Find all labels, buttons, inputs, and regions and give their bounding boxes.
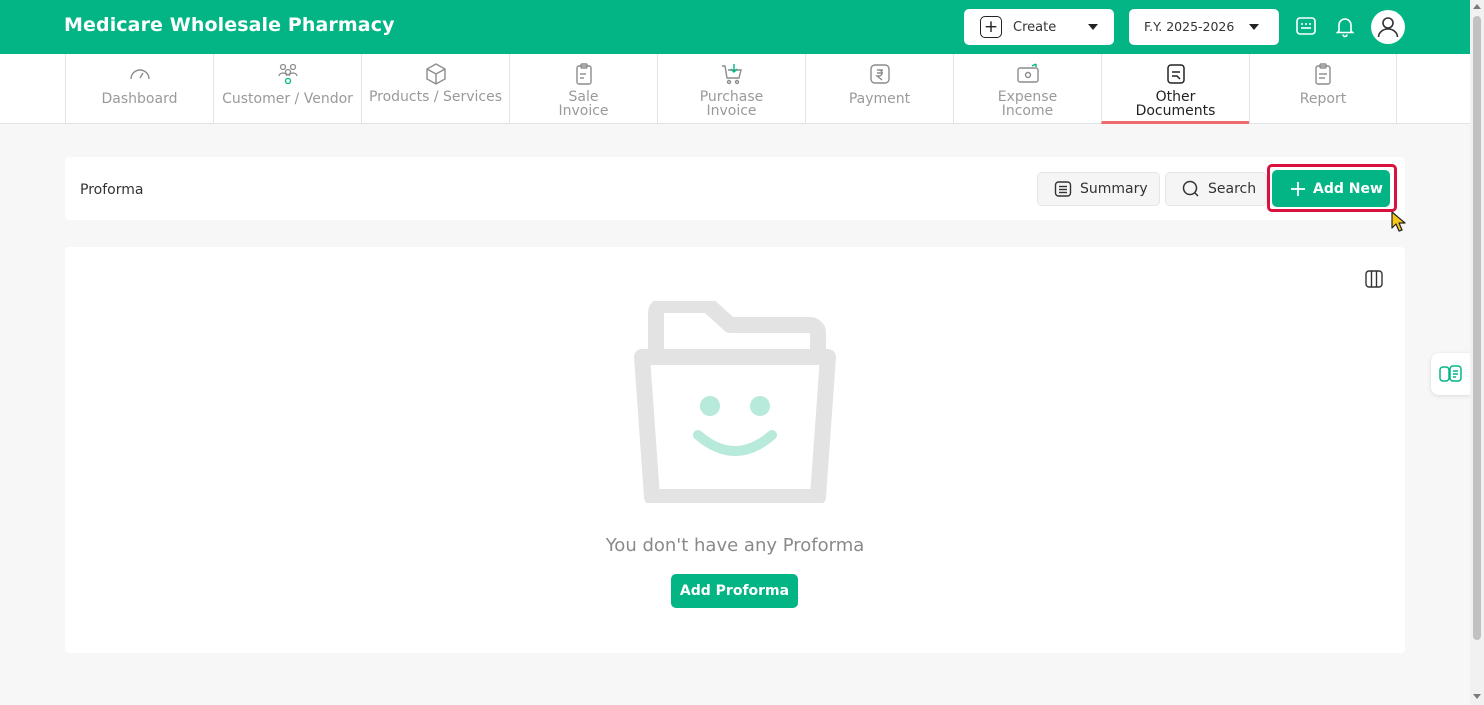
nav-customer-vendor[interactable]: Customer / Vendor bbox=[213, 54, 361, 124]
top-bar: Medicare Wholesale Pharmacy + Create F.Y… bbox=[0, 0, 1470, 54]
empty-state-message: You don't have any Proforma bbox=[605, 535, 865, 556]
user-icon bbox=[1377, 17, 1399, 38]
search-icon bbox=[1182, 180, 1199, 197]
add-new-label: Add New bbox=[1313, 180, 1383, 197]
plus-icon bbox=[1291, 181, 1305, 196]
nav-other-documents[interactable]: Other Documents bbox=[1101, 54, 1249, 124]
nav-expense-income[interactable]: Expense Income bbox=[953, 54, 1101, 124]
nav-label: Other Documents bbox=[1135, 89, 1216, 119]
nav-purchase-invoice[interactable]: Purchase Invoice bbox=[657, 54, 805, 124]
money-icon bbox=[1016, 63, 1039, 83]
vertical-scrollbar[interactable] bbox=[1470, 0, 1484, 705]
nav-label: Expense Income bbox=[997, 89, 1058, 119]
user-avatar[interactable] bbox=[1371, 10, 1405, 44]
documents-icon bbox=[1439, 365, 1462, 382]
nav-label: Products / Services bbox=[368, 89, 503, 105]
financial-year-label: F.Y. 2025-2026 bbox=[1144, 19, 1235, 34]
nav-products-services[interactable]: Products / Services bbox=[361, 54, 509, 124]
columns-icon[interactable] bbox=[1364, 269, 1384, 289]
nav-label: Dashboard bbox=[101, 91, 178, 107]
rupee-icon bbox=[869, 64, 890, 84]
page-title: Proforma bbox=[80, 182, 144, 198]
box-icon bbox=[425, 63, 446, 85]
users-icon bbox=[277, 63, 298, 85]
scroll-down-arrow[interactable] bbox=[1473, 694, 1481, 699]
create-dropdown-button[interactable]: + Create bbox=[964, 9, 1114, 45]
nav-payment[interactable]: Payment bbox=[805, 54, 953, 124]
nav-label: Purchase Invoice bbox=[699, 89, 764, 119]
search-button[interactable]: Search bbox=[1165, 172, 1267, 206]
gauge-icon bbox=[129, 69, 150, 80]
nav-label: Payment bbox=[848, 91, 911, 107]
page-header-card: Proforma Summary Search Add New bbox=[65, 157, 1405, 220]
plus-square-icon: + bbox=[980, 16, 1002, 38]
financial-year-dropdown[interactable]: F.Y. 2025-2026 bbox=[1129, 9, 1279, 45]
add-new-button[interactable]: Add New bbox=[1272, 170, 1390, 207]
summary-label: Summary bbox=[1080, 181, 1148, 197]
nav-label: Sale Invoice bbox=[558, 89, 609, 119]
nav-label: Customer / Vendor bbox=[222, 91, 353, 107]
chevron-down-icon bbox=[1249, 24, 1259, 30]
report-icon bbox=[1315, 63, 1331, 85]
scroll-up-arrow[interactable] bbox=[1473, 4, 1481, 9]
list-icon bbox=[1054, 181, 1072, 197]
cart-icon bbox=[721, 64, 742, 85]
create-label: Create bbox=[1013, 19, 1057, 35]
nav-sale-invoice[interactable]: Sale Invoice bbox=[509, 54, 657, 124]
proforma-list-card: You don't have any Proforma Add Proforma bbox=[65, 247, 1405, 653]
nav-dashboard[interactable]: Dashboard bbox=[65, 54, 213, 124]
clipboard-icon bbox=[575, 63, 592, 85]
nav-label: Report bbox=[1299, 91, 1347, 107]
scroll-thumb[interactable] bbox=[1473, 16, 1481, 640]
main-nav: Dashboard Customer / Vendor Products / S… bbox=[0, 54, 1470, 124]
search-label: Search bbox=[1208, 181, 1257, 197]
bell-icon[interactable] bbox=[1333, 14, 1357, 38]
summary-button[interactable]: Summary bbox=[1037, 172, 1160, 206]
document-icon bbox=[1166, 64, 1185, 84]
chevron-down-icon bbox=[1088, 24, 1098, 30]
side-widget-button[interactable] bbox=[1431, 353, 1471, 395]
calculator-icon[interactable] bbox=[1294, 14, 1318, 38]
mouse-cursor-icon bbox=[1391, 211, 1406, 232]
empty-folder-illustration bbox=[634, 301, 836, 503]
add-proforma-button[interactable]: Add Proforma bbox=[671, 574, 798, 608]
app-title: Medicare Wholesale Pharmacy bbox=[64, 14, 395, 36]
nav-report[interactable]: Report bbox=[1249, 54, 1397, 124]
